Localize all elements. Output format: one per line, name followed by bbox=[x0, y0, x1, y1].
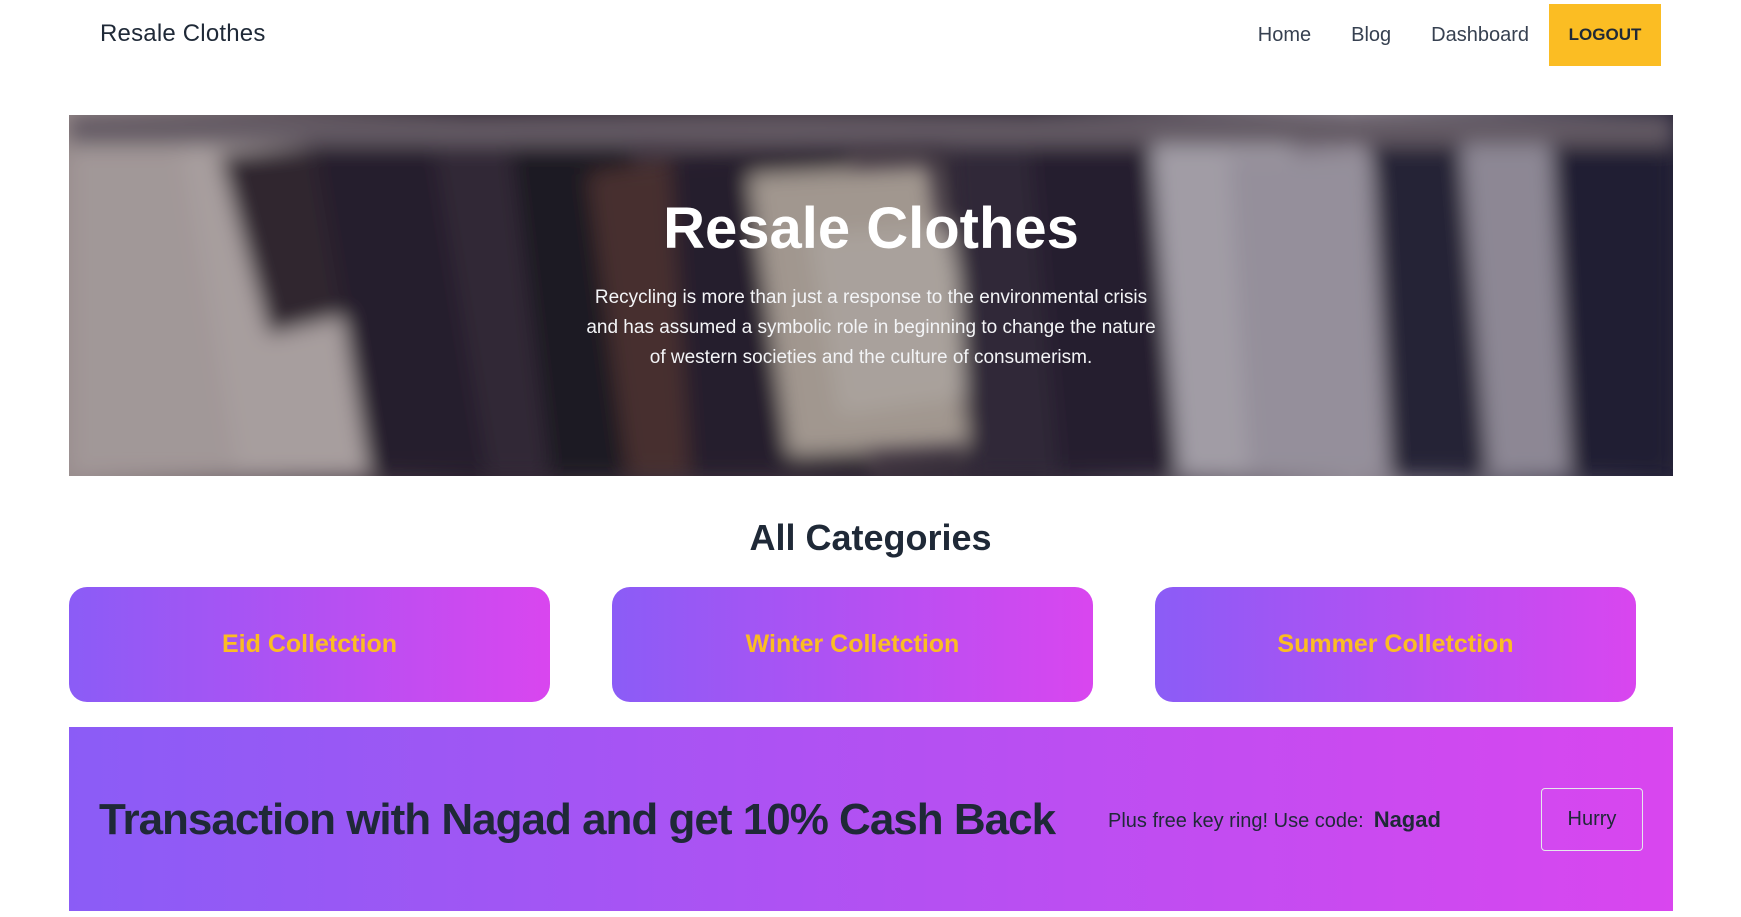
nav-links: Home Blog Dashboard LOGOUT bbox=[1218, 4, 1661, 66]
promo-text: Plus free key ring! Use code: bbox=[1108, 810, 1364, 832]
categories-title: All Categories bbox=[749, 517, 992, 558]
nav-link-home[interactable]: Home bbox=[1258, 24, 1311, 47]
hero-title: Resale Clothes bbox=[663, 196, 1079, 261]
category-card-summer[interactable]: Summer Colletction bbox=[1155, 587, 1636, 702]
brand-logo[interactable]: Resale Clothes bbox=[100, 20, 266, 48]
promo-title: Transaction with Nagad and get 10% Cash … bbox=[99, 795, 1056, 844]
hero-banner: Resale Clothes Recycling is more than ju… bbox=[69, 115, 1673, 476]
hurry-button[interactable]: Hurry bbox=[1541, 788, 1643, 851]
category-label: Eid Colletction bbox=[222, 630, 397, 658]
category-card-eid[interactable]: Eid Colletction bbox=[69, 587, 550, 702]
hero-content: Resale Clothes Recycling is more than ju… bbox=[69, 115, 1673, 476]
hero-description: Recycling is more than just a response t… bbox=[586, 287, 1156, 368]
nav-link-dashboard[interactable]: Dashboard bbox=[1431, 24, 1529, 47]
category-card-winter[interactable]: Winter Colletction bbox=[612, 587, 1093, 702]
promo-code-info: Plus free key ring! Use code: Nagad bbox=[1108, 807, 1441, 833]
nav-link-blog[interactable]: Blog bbox=[1351, 24, 1391, 47]
navbar: Resale Clothes Home Blog Dashboard LOGOU… bbox=[0, 0, 1741, 70]
promo-code: Nagad bbox=[1373, 807, 1441, 832]
category-label: Winter Colletction bbox=[745, 630, 960, 658]
category-label: Summer Colletction bbox=[1277, 630, 1514, 658]
logout-button[interactable]: LOGOUT bbox=[1549, 4, 1661, 66]
promo-banner: Transaction with Nagad and get 10% Cash … bbox=[69, 727, 1673, 911]
